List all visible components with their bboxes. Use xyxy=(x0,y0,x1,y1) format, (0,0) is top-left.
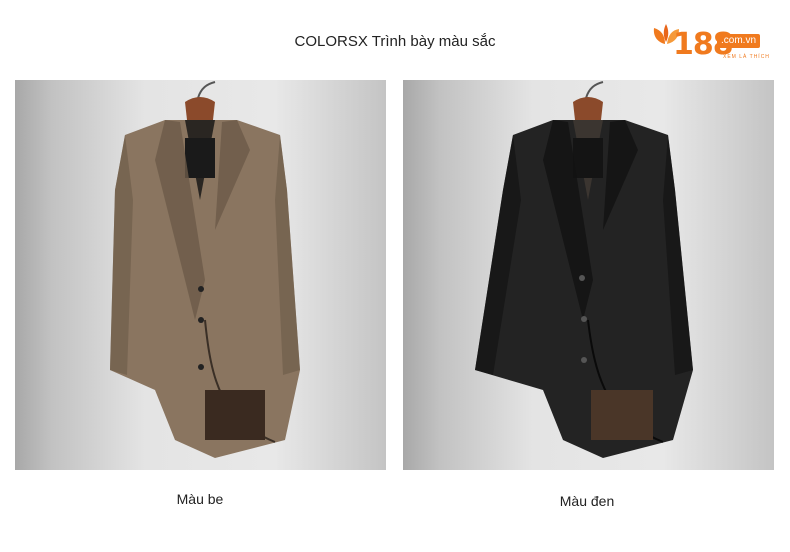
product-image-black[interactable] xyxy=(403,80,774,470)
coat-image xyxy=(403,80,774,470)
logo-domain: .com.vn xyxy=(717,34,761,48)
caption-beige: Màu be xyxy=(176,491,224,507)
product-image-beige[interactable] xyxy=(15,80,386,470)
brand-logo[interactable]: 188 .com.vn XEM LÀ THÍCH xyxy=(651,22,773,70)
coat-image xyxy=(15,80,386,470)
caption-black: Màu đen xyxy=(559,493,615,509)
logo-tagline: XEM LÀ THÍCH xyxy=(723,54,770,60)
